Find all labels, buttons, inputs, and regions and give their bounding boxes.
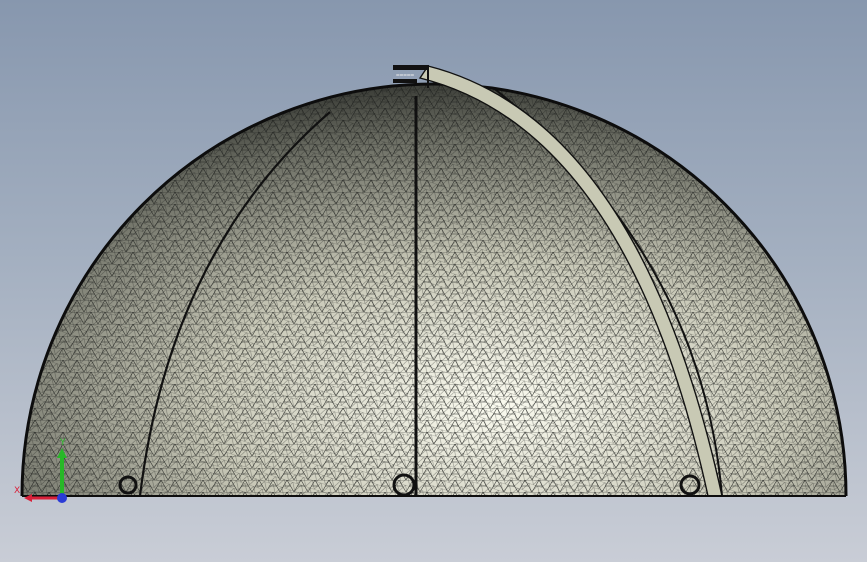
dome-surface[interactable] <box>0 60 867 500</box>
tag-lower-bar <box>393 79 417 83</box>
z-axis-dot <box>57 493 67 503</box>
mesh-grid-fine <box>22 84 846 496</box>
x-axis-label: X <box>14 486 21 496</box>
y-axis-label: Y <box>60 438 66 448</box>
dome-mesh-scene[interactable]: ===== <box>0 0 867 562</box>
tag-upper-text: ===== <box>396 72 414 79</box>
tag-upper-bar <box>393 65 429 70</box>
graphics-viewport[interactable]: ===== X Y <box>0 0 867 562</box>
